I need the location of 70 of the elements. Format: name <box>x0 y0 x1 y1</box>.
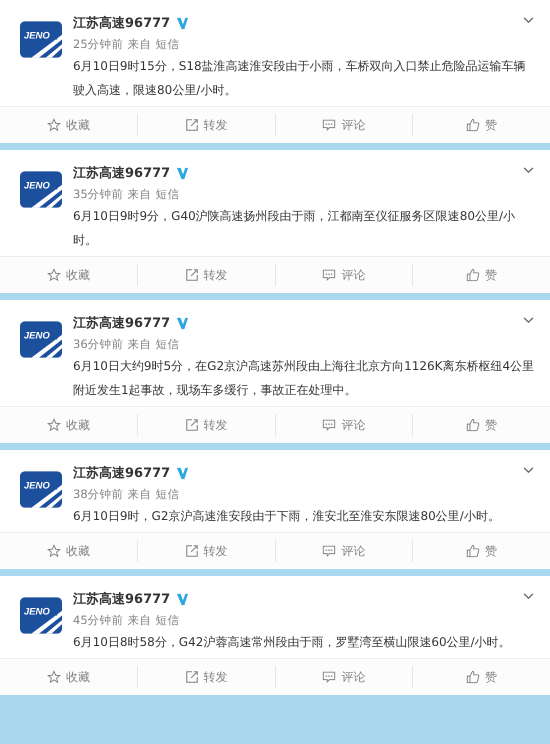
star-icon <box>46 268 61 282</box>
author-name[interactable]: 江苏高速96777 <box>73 464 170 482</box>
author-name[interactable]: 江苏高速96777 <box>73 314 170 332</box>
author-name[interactable]: 江苏高速96777 <box>73 590 170 608</box>
favorite-button[interactable]: 收藏 <box>0 407 137 443</box>
post-time[interactable]: 36分钟前 <box>73 334 124 354</box>
favorite-button[interactable]: 收藏 <box>0 533 137 569</box>
share-icon <box>184 418 199 432</box>
avatar-logo[interactable]: JENO <box>20 171 62 208</box>
post-source[interactable]: 来自 短信 <box>128 184 180 204</box>
share-icon <box>184 670 199 684</box>
comment-icon <box>322 118 336 132</box>
comment-button[interactable]: 评论 <box>274 666 412 688</box>
comment-button[interactable]: 评论 <box>274 540 412 562</box>
post-text: 6月10日9时15分，S18盐淮高速淮安段由于小雨，车桥双向入口禁止危险品运输车辆驶入高速，限速80公里/小时。 <box>73 58 527 99</box>
comment-icon <box>322 544 336 558</box>
comment-button[interactable]: 评论 <box>274 114 412 136</box>
comment-icon <box>322 268 336 282</box>
post-source[interactable]: 来自 短信 <box>128 334 180 354</box>
post-text: 6月10日大约9时5分，在G2京沪高速苏州段由上海往北京方向1126K离东桥枢纽4公里附近发生1起事故，现场车多缓行，事故正在处理中。 <box>73 358 535 399</box>
chevron-down-icon[interactable] <box>523 317 534 324</box>
share-icon <box>184 544 199 558</box>
thumbs-up-icon <box>466 118 480 132</box>
post-source[interactable]: 来自 短信 <box>128 34 180 54</box>
avatar-logo[interactable]: JENO <box>20 471 62 508</box>
star-icon <box>46 418 61 432</box>
chevron-down-icon[interactable] <box>523 593 534 600</box>
post-source[interactable]: 来自 短信 <box>128 484 180 504</box>
chevron-down-icon[interactable] <box>523 467 534 474</box>
avatar-logo[interactable]: JENO <box>20 321 62 358</box>
thumbs-up-icon <box>466 544 480 558</box>
avatar-logo[interactable]: JENO <box>20 21 62 58</box>
repost-button[interactable]: 转发 <box>136 666 274 688</box>
author-name[interactable]: 江苏高速96777 <box>73 164 170 182</box>
post-time[interactable]: 38分钟前 <box>73 484 124 504</box>
post-time[interactable]: 25分钟前 <box>73 34 124 54</box>
like-button[interactable]: 赞 <box>412 264 550 286</box>
post-text: 6月10日9时9分，G40沪陕高速扬州段由于雨，江都南至仪征服务区限速80公里/小时。 <box>73 208 516 249</box>
avatar-logo[interactable]: JENO <box>20 597 62 634</box>
repost-button[interactable]: 转发 <box>136 414 274 436</box>
comment-button[interactable]: 评论 <box>274 264 412 286</box>
repost-button[interactable]: 转发 <box>136 540 274 562</box>
post-source[interactable]: 来自 短信 <box>128 610 180 630</box>
like-button[interactable]: 赞 <box>412 666 550 688</box>
comment-icon <box>322 418 336 432</box>
star-icon <box>46 670 61 684</box>
chevron-down-icon[interactable] <box>523 167 534 174</box>
star-icon <box>46 118 61 132</box>
comment-icon <box>322 670 336 684</box>
post-time[interactable]: 45分钟前 <box>73 610 124 630</box>
chevron-down-icon[interactable] <box>523 17 534 24</box>
comment-button[interactable]: 评论 <box>274 414 412 436</box>
post-time[interactable]: 35分钟前 <box>73 184 124 204</box>
post-text: 6月10日9时，G2京沪高速淮安段由于下雨，淮安北至淮安东限速80公里/小时。 <box>73 508 501 525</box>
repost-button[interactable]: 转发 <box>136 264 274 286</box>
like-button[interactable]: 赞 <box>412 540 550 562</box>
repost-button[interactable]: 转发 <box>136 114 274 136</box>
share-icon <box>184 118 199 132</box>
favorite-button[interactable]: 收藏 <box>0 257 137 293</box>
like-button[interactable]: 赞 <box>412 414 550 436</box>
thumbs-up-icon <box>466 268 480 282</box>
share-icon <box>184 268 199 282</box>
favorite-button[interactable]: 收藏 <box>0 107 137 143</box>
thumbs-up-icon <box>466 670 480 684</box>
like-button[interactable]: 赞 <box>412 114 550 136</box>
post-text: 6月10日8时58分，G42沪蓉高速常州段由于雨，罗墅湾至横山限速60公里/小时。 <box>73 634 512 651</box>
favorite-button[interactable]: 收藏 <box>0 659 137 695</box>
star-icon <box>46 544 61 558</box>
author-name[interactable]: 江苏高速96777 <box>73 14 170 32</box>
thumbs-up-icon <box>466 418 480 432</box>
